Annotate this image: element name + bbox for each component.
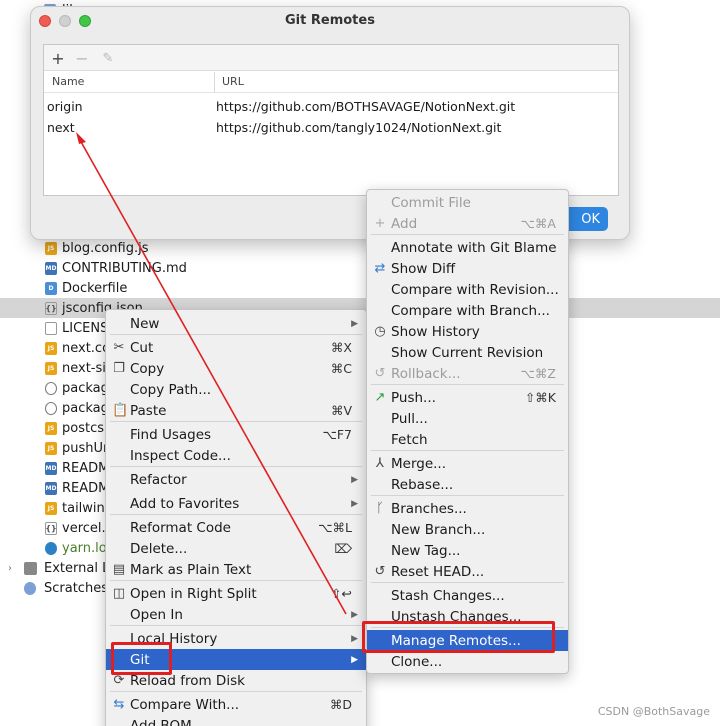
watermark: CSDN @BothSavage [597,705,710,718]
annotation-arrow [76,132,347,615]
